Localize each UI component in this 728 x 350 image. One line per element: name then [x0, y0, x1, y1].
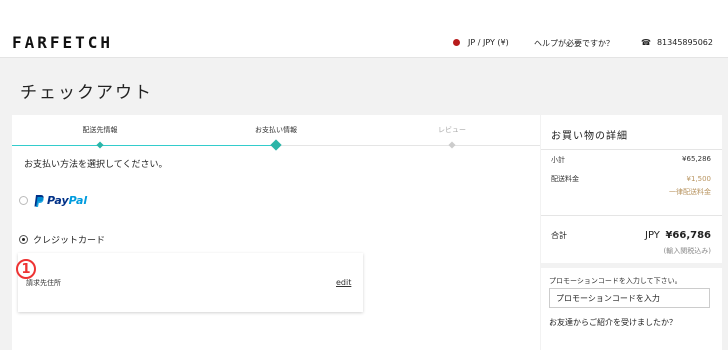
annotation-badge: 1	[16, 259, 36, 279]
region-selector[interactable]: JP / JPY (¥)	[453, 38, 509, 47]
credit-card-label[interactable]: クレジットカード	[33, 233, 105, 246]
top-bar: FARFETCH JP / JPY (¥) ヘルプが必要ですか？ ☎ 81345…	[0, 0, 728, 58]
step-review: レビュー	[438, 126, 466, 134]
step-marker-shipping	[96, 141, 104, 149]
divider	[541, 149, 722, 150]
paypal-text-pay: Pay	[47, 194, 69, 207]
phone-icon: ☎	[641, 38, 651, 47]
phone-link[interactable]: ☎ 81345895062	[641, 38, 713, 47]
phone-number: 81345895062	[656, 38, 713, 47]
promo-code-card: プロモーションコードを入力して下さい。 お友達からご紹介を受けましたか？	[541, 268, 722, 350]
subtotal-label: 小計	[551, 156, 565, 164]
subtotal-value: ¥65,286	[682, 155, 711, 163]
promo-code-input[interactable]	[549, 288, 710, 308]
total-currency: JPY	[645, 230, 660, 241]
page-title: チェックアウト	[20, 83, 153, 103]
divider	[541, 215, 722, 216]
promo-code-label: プロモーションコードを入力して下さい。	[549, 277, 682, 285]
order-summary-card: お買い物の詳細 小計 ¥65,286 配送料金 ¥1,500 一律配送料金 合計…	[541, 115, 722, 263]
billing-address-label: 請求先住所	[26, 279, 61, 287]
step-marker-review	[448, 141, 456, 149]
step-marker-payment	[270, 139, 282, 151]
help-link[interactable]: ヘルプが必要ですか？	[534, 38, 614, 49]
shipping-label: 配送料金	[551, 175, 579, 183]
billing-address-panel: 1 請求先住所 edit	[16, 253, 363, 312]
shipping-value: ¥1,500	[686, 175, 712, 183]
region-label: JP / JPY (¥)	[468, 38, 509, 47]
tax-note: (輸入関税込み)	[663, 247, 711, 255]
billing-address-edit-link[interactable]: edit	[336, 278, 351, 287]
farfetch-logo[interactable]: FARFETCH	[12, 33, 113, 52]
paypal-radio[interactable]	[19, 196, 28, 205]
credit-card-radio[interactable]	[19, 235, 28, 244]
order-summary-title: お買い物の詳細	[551, 131, 628, 142]
total-value: ¥66,786	[665, 230, 711, 241]
checkout-progress: 配送先情報 お支払い情報 レビュー	[12, 115, 540, 151]
shipping-note: 一律配送料金	[669, 188, 711, 196]
paypal-text-pal: Pal	[68, 194, 88, 207]
step-payment: お支払い情報	[255, 126, 297, 134]
paypal-icon	[34, 194, 44, 207]
referral-link[interactable]: お友達からご紹介を受けましたか？	[549, 317, 677, 328]
payment-instruction: お支払い方法を選択してください。	[24, 160, 168, 170]
step-shipping[interactable]: 配送先情報	[83, 125, 118, 135]
checkout-form-card: 配送先情報 お支払い情報 レビュー お支払い方法を選択してください。 Pay Pa…	[12, 115, 540, 350]
flag-icon	[453, 39, 460, 46]
progress-line-complete	[12, 145, 276, 146]
total-label: 合計	[551, 231, 567, 240]
paypal-logo[interactable]: Pay Pal	[34, 194, 87, 207]
progress-line-remaining	[276, 145, 540, 146]
